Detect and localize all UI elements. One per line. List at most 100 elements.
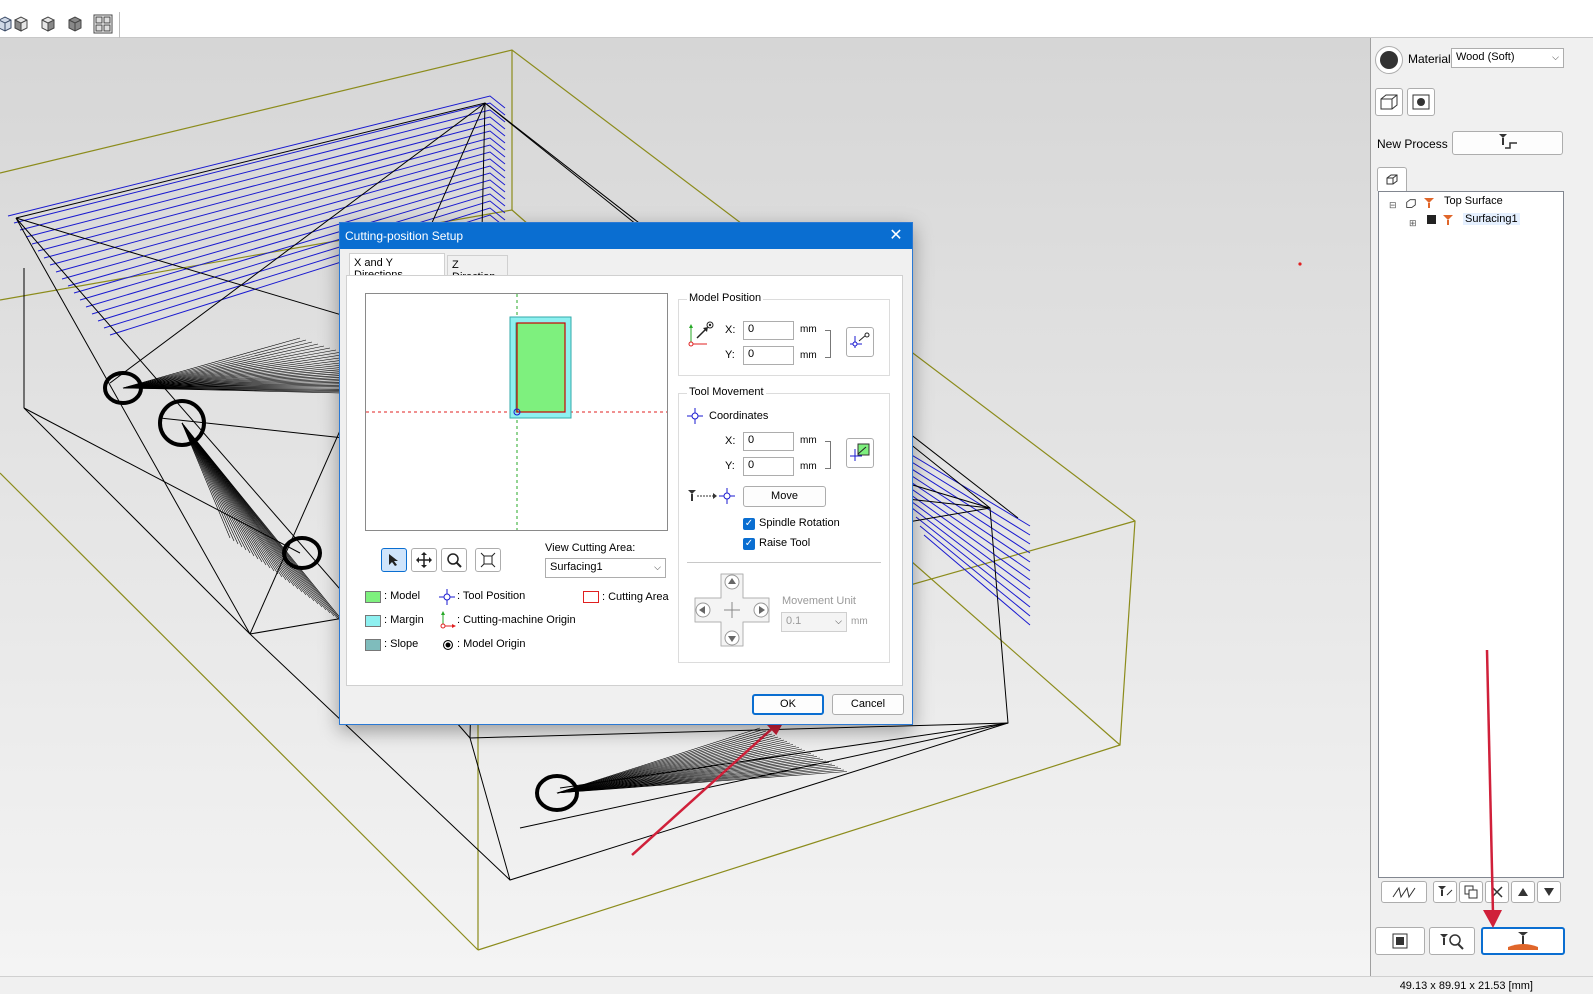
tab-xy-directions[interactable]: X and Y Directions xyxy=(349,253,445,281)
dialog-title: Cutting-position Setup xyxy=(345,229,464,243)
divider xyxy=(687,562,881,563)
chevron-down-icon: ⌵ xyxy=(1552,52,1559,62)
model-y-input[interactable]: 0 xyxy=(743,346,794,365)
tool-x-input[interactable]: 0 xyxy=(743,432,794,451)
legend-slope: : Slope xyxy=(384,638,419,650)
material-select[interactable]: Wood (Soft) ⌵ xyxy=(1451,48,1564,68)
process-color-swatch xyxy=(1427,215,1436,224)
ok-button[interactable]: OK xyxy=(752,694,824,715)
pan-icon[interactable] xyxy=(411,548,437,572)
legend-tool-position: : Tool Position xyxy=(457,590,526,602)
layers-icon xyxy=(1405,198,1417,213)
toolbar-separator xyxy=(119,12,120,38)
chevron-down-icon: ⌵ xyxy=(835,616,842,626)
status-bar: 49.13 x 89.91 x 21.53 [mm] xyxy=(0,976,1593,994)
model-x-input[interactable]: 0 xyxy=(743,321,794,340)
view-cutting-area-label: View Cutting Area: xyxy=(545,542,636,554)
chevron-down-icon: ⌵ xyxy=(654,562,661,572)
movement-unit-select[interactable]: 0.1 ⌵ xyxy=(781,612,847,632)
new-process-button[interactable] xyxy=(1452,131,1563,155)
direction-pad[interactable] xyxy=(693,572,773,651)
view-front-icon[interactable] xyxy=(10,13,32,35)
pointer-icon[interactable] xyxy=(381,548,407,572)
fit-view-icon[interactable] xyxy=(475,548,501,572)
legend-machine-origin: : Cutting-machine Origin xyxy=(457,614,576,626)
model-y-label: Y: xyxy=(725,349,735,361)
compass-icon[interactable] xyxy=(1375,46,1403,74)
close-icon[interactable]: ✕ xyxy=(886,226,906,246)
tool-position-icon xyxy=(439,589,455,608)
tree-child-label[interactable]: Surfacing1 xyxy=(1463,213,1520,225)
movement-unit-value: 0.1 xyxy=(786,615,802,627)
tool-to-position-icon xyxy=(850,443,870,461)
view-all-icon[interactable] xyxy=(92,13,114,35)
new-process-icon xyxy=(1498,134,1517,149)
cut-icon xyxy=(1508,932,1538,950)
set-model-origin-button[interactable] xyxy=(846,327,874,357)
stock-box-icon[interactable] xyxy=(1375,88,1403,116)
preview-cutting-icon[interactable] xyxy=(1429,927,1475,955)
legend-margin: : Margin xyxy=(384,614,424,626)
machine-origin-icon xyxy=(439,610,457,633)
tool-movement-group: Tool Movement Coordinates X: 0 mm Y: 0 m… xyxy=(678,386,890,663)
legend-margin-swatch xyxy=(365,615,381,627)
tab-z-direction[interactable]: Z Direction xyxy=(447,255,508,283)
dialog-title-bar[interactable]: Cutting-position Setup ✕ xyxy=(340,223,912,249)
tool-y-unit: mm xyxy=(800,461,817,472)
model-position-title: Model Position xyxy=(687,292,764,304)
bracket xyxy=(825,441,831,469)
expand-icon[interactable]: ⊞ xyxy=(1409,218,1417,229)
material-label: Material xyxy=(1408,52,1451,66)
legend-model-swatch xyxy=(365,591,381,603)
zoom-icon[interactable] xyxy=(441,548,467,572)
top-toolbar xyxy=(0,0,1593,38)
toolpath-icon[interactable] xyxy=(1381,881,1427,903)
tool-y-input[interactable]: 0 xyxy=(743,457,794,476)
model-origin-axes-icon xyxy=(687,320,715,353)
tree-tab[interactable] xyxy=(1377,167,1407,191)
cancel-button[interactable]: Cancel xyxy=(832,694,904,715)
model-origin-icon xyxy=(443,640,453,650)
legend-model-origin: : Model Origin xyxy=(457,638,526,650)
layers-icon xyxy=(1386,174,1398,184)
view-back-icon[interactable] xyxy=(64,13,86,35)
tool-movement-title: Tool Movement xyxy=(687,386,766,398)
model-dimensions: 49.13 x 89.91 x 21.53 [mm] xyxy=(1399,980,1533,992)
tool-position-icon xyxy=(687,408,703,427)
view-cutting-area-select[interactable]: Surfacing1 ⌵ xyxy=(545,558,666,578)
tool-x-unit: mm xyxy=(800,435,817,446)
spindle-rotation-checkbox[interactable]: ✓ xyxy=(743,518,755,530)
tool-icon xyxy=(1423,197,1435,212)
spindle-rotation-label: Spindle Rotation xyxy=(759,517,840,529)
set-tool-position-button[interactable] xyxy=(846,438,874,468)
tree-root-label[interactable]: Top Surface xyxy=(1444,195,1503,207)
tool-icon xyxy=(1442,214,1454,229)
right-panel: Material Wood (Soft) ⌵ New Process ⊟ Top… xyxy=(1371,38,1593,976)
collapse-icon[interactable]: ⊟ xyxy=(1389,200,1397,211)
stop-square-icon[interactable] xyxy=(1375,927,1425,955)
tool-edit-icon[interactable] xyxy=(1433,881,1457,903)
view-cutting-area-value: Surfacing1 xyxy=(550,561,603,573)
tab-page-xy: View Cutting Area: Surfacing1 ⌵ : Model … xyxy=(346,275,903,686)
legend-slope-swatch xyxy=(365,639,381,651)
model-y-unit: mm xyxy=(800,350,817,361)
move-button[interactable]: Move xyxy=(743,486,826,507)
legend-cutting-area-swatch xyxy=(583,591,599,603)
model-position-group: Model Position X: 0 mm Y: 0 mm xyxy=(678,292,890,376)
legend-cutting-area: : Cutting Area xyxy=(602,591,669,603)
new-process-label: New Process xyxy=(1377,137,1448,151)
view-side-icon[interactable] xyxy=(37,13,59,35)
legend-model: : Model xyxy=(384,590,421,602)
move-tool-icon xyxy=(687,488,735,507)
tool-y-label: Y: xyxy=(725,460,735,472)
position-preview[interactable] xyxy=(365,293,668,531)
raise-tool-checkbox[interactable]: ✓ xyxy=(743,538,755,550)
move-up-icon[interactable] xyxy=(1511,881,1535,903)
model-view-icon[interactable] xyxy=(1407,88,1435,116)
set-origin-icon xyxy=(850,332,870,348)
bracket xyxy=(825,330,831,358)
move-down-icon[interactable] xyxy=(1537,881,1561,903)
cutting-position-dialog: Cutting-position Setup ✕ X and Y Directi… xyxy=(339,222,913,725)
tool-x-label: X: xyxy=(725,435,736,447)
model-x-unit: mm xyxy=(800,324,817,335)
